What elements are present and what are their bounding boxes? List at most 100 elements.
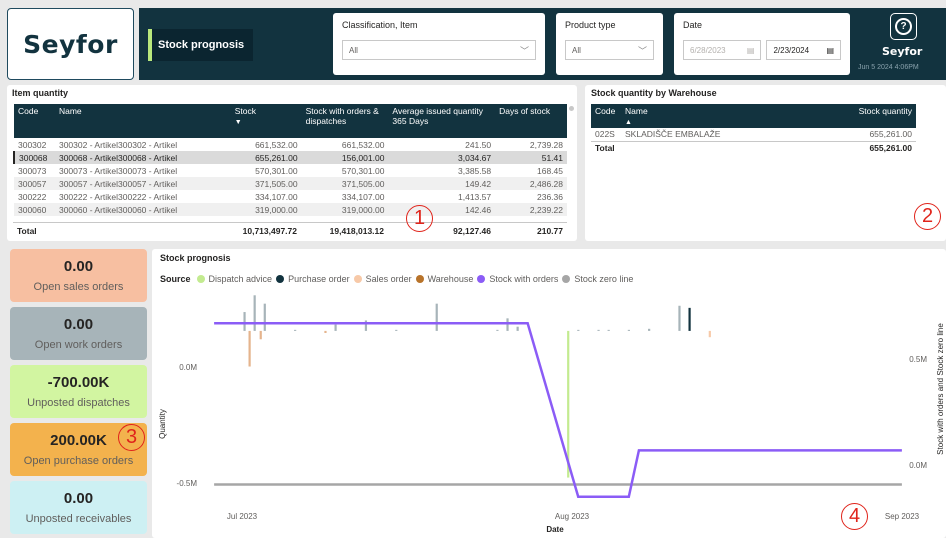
chart-bar[interactable] <box>334 324 337 331</box>
cell: 334,107.00 <box>341 191 385 202</box>
chart-bar[interactable] <box>506 318 509 331</box>
cell <box>621 141 836 154</box>
chart-bar[interactable] <box>259 330 262 340</box>
cell: 300057 - Artikel300057 - Artikel <box>54 177 231 190</box>
chart-bar[interactable] <box>294 329 297 331</box>
chart-bar[interactable] <box>648 328 651 331</box>
cell: 022S <box>595 129 615 140</box>
chart-bar[interactable] <box>577 329 580 331</box>
chart-bar[interactable] <box>243 312 246 331</box>
cell: 300302 <box>18 139 47 150</box>
sort-asc-icon: ▲ <box>625 119 632 126</box>
y2-tick-label: 0.5M <box>909 355 927 364</box>
date-to-input[interactable]: 2/23/2024 ▤ <box>766 40 841 60</box>
kpi-value: 0.00 <box>63 258 94 275</box>
col-header-code[interactable]: Code <box>14 104 55 138</box>
calendar-icon[interactable]: ▤ <box>826 46 834 55</box>
chart-bar[interactable] <box>435 303 438 331</box>
cell: 19,418,013.12 <box>329 225 384 236</box>
classification-slicer: Classification, Item All ﹀ <box>333 13 545 75</box>
chart-bar[interactable] <box>253 295 256 331</box>
help-button[interactable]: ? <box>890 13 917 40</box>
chart-bar[interactable] <box>678 305 681 331</box>
table-row[interactable]: 300073 300073 - Artikel300073 - Artikel 57… <box>14 164 567 177</box>
kpi-value: -700.00K <box>47 374 110 391</box>
scrollbar-thumb[interactable] <box>569 106 574 111</box>
sort-desc-icon: ▼ <box>234 119 242 126</box>
table-row-selected[interactable]: 300068 300068 - Artikel300068 - Artikel 65… <box>13 151 567 164</box>
cell: 319,000.00 <box>301 203 389 216</box>
kpi-value: 200.00K <box>50 432 107 449</box>
item-quantity-total: Total 10,713,497.72 19,418,013.12 92,127.46… <box>13 224 567 237</box>
cell: 168.45 <box>537 165 563 176</box>
col-header-stock-orders[interactable]: Stock with orders & dispatches <box>301 104 389 138</box>
date-label: Date <box>683 20 703 30</box>
chart-bar[interactable] <box>248 330 251 367</box>
cell: 300060 <box>14 203 55 216</box>
cell: 236.36 <box>537 191 563 202</box>
date-from-input[interactable]: 6/28/2023 ▤ <box>683 40 762 60</box>
col-header-avg-issued[interactable]: Average issued quantity 365 Days <box>388 104 496 138</box>
kpi-open-work-orders[interactable]: 0.00 Open work orders <box>10 307 147 360</box>
total-label: Total <box>595 142 615 153</box>
kpi-unposted-dispatches[interactable]: -700.00K Unposted dispatches <box>10 365 147 418</box>
table-row[interactable]: 300302 300302 - Artikel300302 - Artikel 66… <box>14 138 567 151</box>
kpi-unposted-receivables[interactable]: 0.00 Unposted receivables <box>10 481 147 534</box>
chart-bar[interactable] <box>708 330 711 338</box>
cell: 570,301.00 <box>341 165 385 176</box>
cell: 300060 - Artikel300060 - Artikel <box>54 203 231 216</box>
kpi-value: 0.00 <box>63 490 94 507</box>
col-header-stock-label: Stock <box>234 106 256 116</box>
chart-bar[interactable] <box>324 330 327 333</box>
table-row[interactable]: 300222 300222 - Artikel300222 - Artikel 33… <box>14 190 567 203</box>
chart-bar[interactable] <box>597 329 600 331</box>
annotation-marker: 4 <box>841 503 868 530</box>
col-header-stock-quantity[interactable]: Stock quantity <box>836 104 916 128</box>
total-row: Total 10,713,497.72 19,418,013.12 92,127.46… <box>13 224 567 237</box>
classification-dropdown[interactable]: All ﹀ <box>342 40 536 60</box>
brand-small: Seyfor <box>882 45 923 58</box>
cell: 300057 <box>14 177 55 190</box>
stock-with-orders-line <box>214 321 902 499</box>
kpi-label: Open sales orders <box>33 281 124 293</box>
x-tick-label: Jul 2023 <box>227 512 258 521</box>
chart-bar[interactable] <box>516 326 519 331</box>
chart-bar[interactable] <box>395 329 398 331</box>
stock-prognosis-chart[interactable]: 0.0M -0.5M 0.5M 0.0M Jul 2023 Aug 2023 S… <box>152 249 946 538</box>
table-row[interactable]: 300060 300060 - Artikel300060 - Artikel 31… <box>14 203 567 216</box>
x-axis-title: Date <box>546 525 564 534</box>
chart-bar[interactable] <box>607 329 610 331</box>
classification-value: All <box>349 45 358 55</box>
warehouse-table: Code Name ▲ Stock quantity 022S SKLADIŠČE … <box>591 104 916 154</box>
cell: 570,301.00 <box>255 165 298 176</box>
total-row: Total 655,261.00 <box>591 141 916 154</box>
cell: 300222 - Artikel300222 - Artikel <box>58 191 178 202</box>
cell: 655,261.00 <box>869 129 912 140</box>
chevron-down-icon: ﹀ <box>637 45 647 56</box>
col-header-code[interactable]: Code <box>591 104 621 128</box>
logo: Seyfor <box>7 8 134 80</box>
chart-bar[interactable] <box>688 307 691 331</box>
cell: 210.77 <box>537 225 563 236</box>
table-row[interactable]: 022S SKLADIŠČE EMBALAŽE 655,261.00 <box>591 128 916 141</box>
col-header-stock[interactable]: Stock ▼ <box>230 104 302 138</box>
stock-prognosis-card: Stock prognosis Source Dispatch advice P… <box>152 249 946 538</box>
item-quantity-table-wrap: Code Name Stock ▼ Stock with orders & dis… <box>13 104 567 222</box>
kpi-label: Unposted dispatches <box>27 397 130 409</box>
y-tick-label: -0.5M <box>177 479 198 488</box>
col-header-name[interactable]: Name ▲ <box>621 104 836 128</box>
col-header-name[interactable]: Name <box>54 104 231 138</box>
total-label: Total <box>17 225 37 236</box>
kpi-open-sales-orders[interactable]: 0.00 Open sales orders <box>10 249 147 302</box>
kpi-label: Open purchase orders <box>23 455 134 467</box>
product-type-dropdown[interactable]: All ﹀ <box>565 40 654 60</box>
cell: 149.42 <box>388 177 496 190</box>
refresh-time: Jun 5 2024 4:06PM <box>858 64 919 71</box>
chart-bar[interactable] <box>496 329 499 331</box>
chart-bar[interactable] <box>627 329 630 331</box>
table-row[interactable]: 300057 300057 - Artikel300057 - Artikel 37… <box>14 177 567 190</box>
chart-bar[interactable] <box>263 303 266 331</box>
cell: 92,127.46 <box>453 225 491 236</box>
calendar-icon[interactable]: ▤ <box>747 46 755 55</box>
col-header-days[interactable]: Days of stock <box>495 104 567 138</box>
